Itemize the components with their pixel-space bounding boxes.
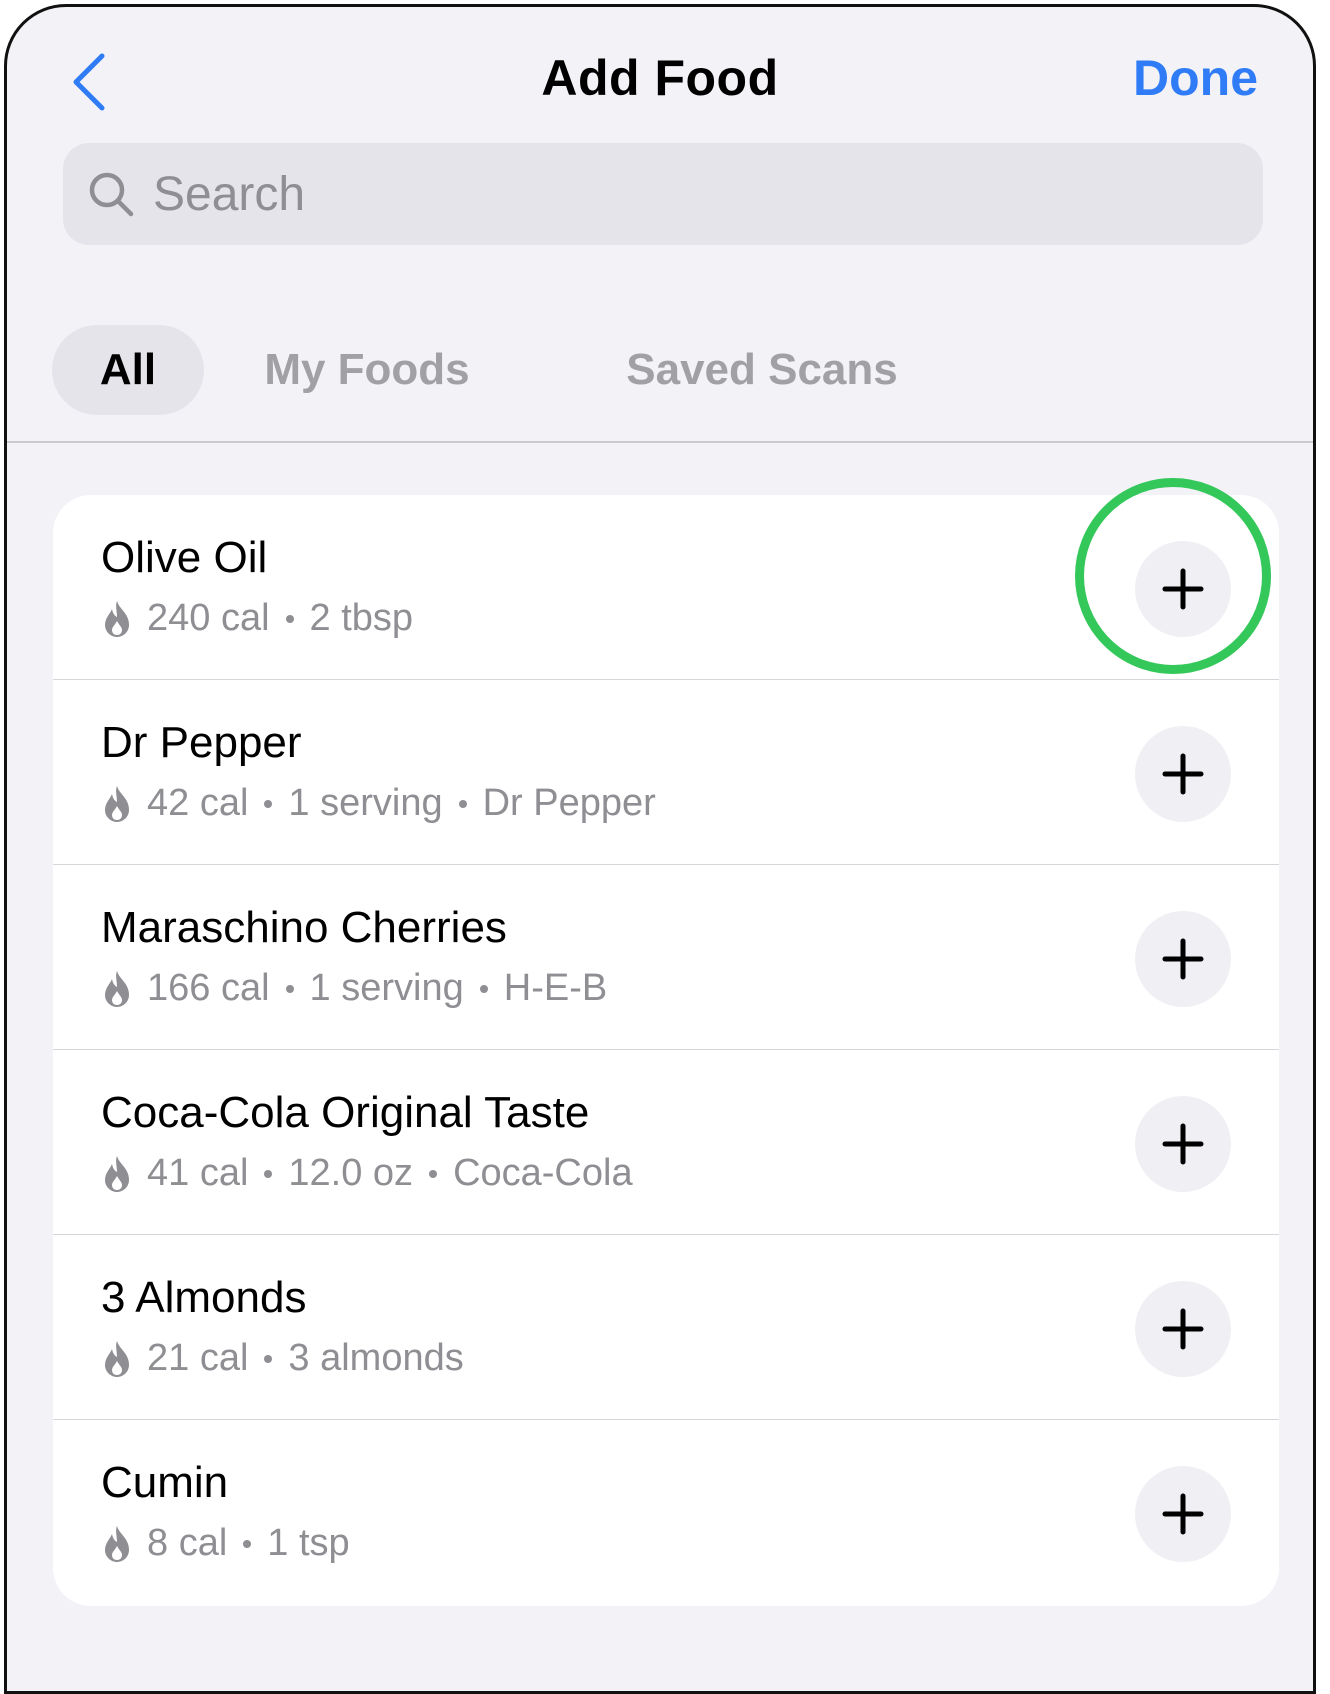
calorie-value: 240 cal: [147, 597, 270, 639]
done-button[interactable]: Done: [1133, 49, 1258, 107]
flame-icon: [101, 1154, 133, 1194]
plus-icon: [1159, 1120, 1207, 1168]
separator-dot: [264, 799, 273, 808]
food-row[interactable]: 3 Almonds 21 cal 3 almonds: [53, 1235, 1279, 1420]
add-food-button[interactable]: [1135, 541, 1231, 637]
flame-icon: [101, 969, 133, 1009]
calorie-value: 42 cal: [147, 782, 249, 824]
calorie-value: 8 cal: [147, 1522, 228, 1564]
tab-saved-scans[interactable]: Saved Scans: [612, 325, 912, 415]
separator-dot: [458, 799, 467, 808]
plus-icon: [1159, 1305, 1207, 1353]
food-name: 3 Almonds: [101, 1273, 307, 1322]
food-detail: H-E-B: [503, 967, 608, 1009]
food-details: 166 cal 1 serving H-E-B: [101, 967, 607, 1010]
flame-icon: [101, 1524, 133, 1564]
add-food-button[interactable]: [1135, 1281, 1231, 1377]
separator-dot: [429, 1169, 438, 1178]
food-details: 8 cal 1 tsp: [101, 1522, 350, 1565]
food-detail: 2 tbsp: [309, 597, 414, 639]
food-name: Coca-Cola Original Taste: [101, 1088, 590, 1137]
food-name: Dr Pepper: [101, 718, 302, 767]
food-name: Cumin: [101, 1458, 229, 1507]
add-food-screen: Add Food Done All My Foods Saved Scans O…: [4, 4, 1316, 1694]
tab-all[interactable]: All: [52, 325, 204, 415]
food-detail: 1 tsp: [267, 1522, 350, 1564]
separator-dot: [285, 614, 294, 623]
plus-icon: [1159, 1490, 1207, 1538]
device-frame: Add Food Done All My Foods Saved Scans O…: [0, 0, 1330, 1694]
food-row[interactable]: Dr Pepper 42 cal 1 serving Dr Pepper: [53, 680, 1279, 865]
food-name: Maraschino Cherries: [101, 903, 507, 952]
add-food-button[interactable]: [1135, 911, 1231, 1007]
tabs-divider: [7, 441, 1313, 443]
food-details: 42 cal 1 serving Dr Pepper: [101, 782, 656, 825]
flame-icon: [101, 1339, 133, 1379]
separator-dot: [243, 1539, 252, 1548]
food-detail: 12.0 oz: [288, 1152, 414, 1194]
flame-icon: [101, 599, 133, 639]
plus-icon: [1159, 750, 1207, 798]
tab-my-foods[interactable]: My Foods: [252, 325, 482, 415]
food-name: Olive Oil: [101, 533, 268, 582]
food-detail: Coca-Cola: [453, 1152, 633, 1194]
separator-dot: [264, 1169, 273, 1178]
search-input[interactable]: [151, 165, 1205, 223]
calorie-value: 41 cal: [147, 1152, 249, 1194]
food-detail: 1 serving: [288, 782, 443, 824]
plus-icon: [1159, 565, 1207, 613]
food-detail: 1 serving: [309, 967, 464, 1009]
food-list: Olive Oil 240 cal 2 tbsp Dr Pepper 42 cal 1 s…: [53, 495, 1279, 1606]
food-row[interactable]: Cumin 8 cal 1 tsp: [53, 1420, 1279, 1606]
separator-dot: [264, 1354, 273, 1363]
search-bar[interactable]: [63, 143, 1263, 245]
food-row[interactable]: Coca-Cola Original Taste 41 cal 12.0 oz Coc…: [53, 1050, 1279, 1235]
add-food-button[interactable]: [1135, 726, 1231, 822]
food-row[interactable]: Olive Oil 240 cal 2 tbsp: [53, 495, 1279, 680]
food-row[interactable]: Maraschino Cherries 166 cal 1 serving H-E-B: [53, 865, 1279, 1050]
separator-dot: [479, 984, 488, 993]
add-food-button[interactable]: [1135, 1466, 1231, 1562]
calorie-value: 21 cal: [147, 1337, 249, 1379]
page-title: Add Food: [541, 50, 779, 106]
food-detail: Dr Pepper: [482, 782, 656, 824]
plus-icon: [1159, 935, 1207, 983]
flame-icon: [101, 784, 133, 824]
food-detail: 3 almonds: [288, 1337, 464, 1379]
calorie-value: 166 cal: [147, 967, 270, 1009]
food-details: 41 cal 12.0 oz Coca-Cola: [101, 1152, 633, 1195]
food-details: 240 cal 2 tbsp: [101, 597, 413, 640]
separator-dot: [285, 984, 294, 993]
search-icon: [87, 170, 135, 218]
add-food-button[interactable]: [1135, 1096, 1231, 1192]
food-details: 21 cal 3 almonds: [101, 1337, 464, 1380]
